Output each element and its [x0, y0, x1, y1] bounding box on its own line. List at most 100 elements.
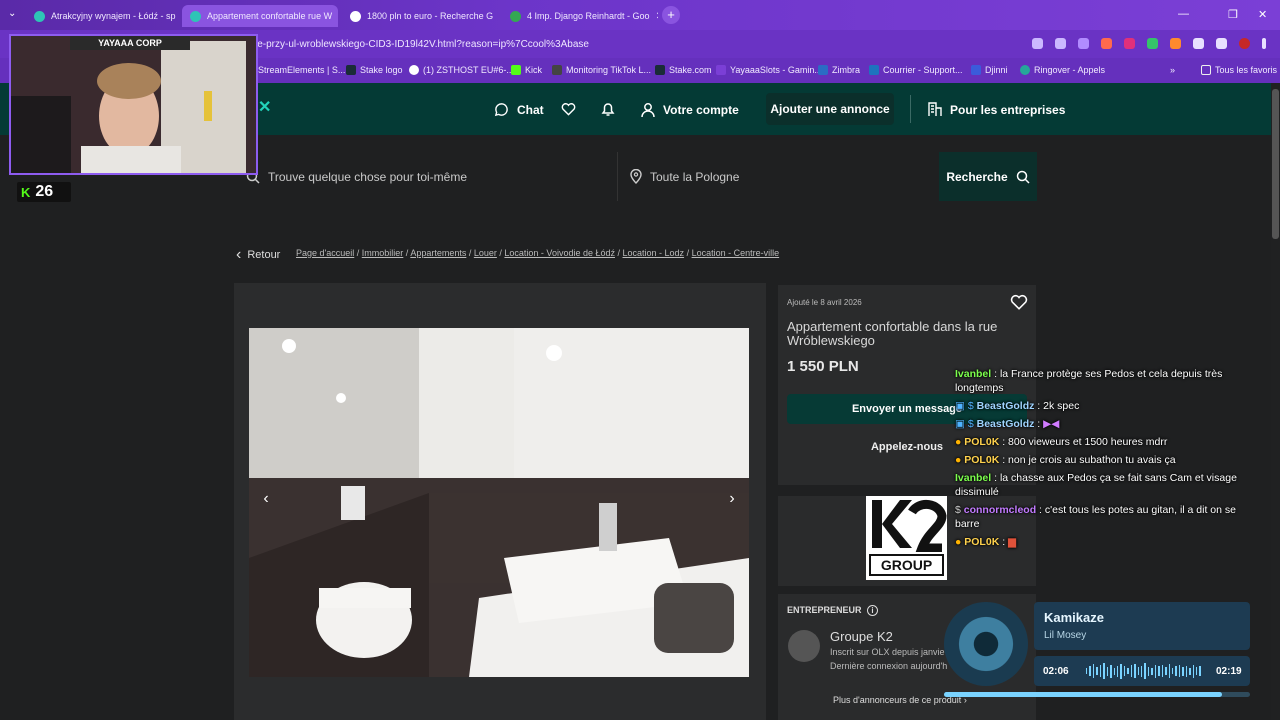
bookmark-item[interactable]: StreamElements | S... [258, 65, 345, 75]
breadcrumb-link[interactable]: Location - Centre-ville [692, 248, 780, 258]
restore-icon[interactable]: ❐ [1228, 8, 1238, 21]
bookmark-item[interactable]: Zimbra [818, 65, 860, 75]
entrepreneur-label-text: ENTREPRENEUR [787, 605, 862, 615]
chat-message: ▣ $ BeastGoldz : 2k spec [955, 400, 1080, 412]
bell-icon[interactable] [601, 101, 615, 117]
waveform-bar [1147, 666, 1150, 676]
breadcrumb-link[interactable]: Location - Lodz [623, 248, 685, 258]
chat-message: ● POL0K : non je crois au subathon tu av… [955, 454, 1176, 466]
back-link[interactable]: ‹ Retour [236, 246, 280, 264]
outlook-favicon-icon [869, 65, 879, 75]
media-icon[interactable] [1216, 38, 1227, 49]
add-listing-button[interactable]: Ajouter une annonce [766, 93, 894, 125]
listing-price: 1 550 PLN [787, 358, 859, 375]
location-input[interactable]: Toute la Pologne [617, 152, 939, 201]
heart-icon[interactable] [561, 102, 576, 116]
listing-title: Appartement confortable dans la rue Wrób… [787, 319, 998, 348]
tab-list-chevron-icon[interactable]: ⌄ [8, 8, 16, 19]
waveform-bar [1161, 665, 1164, 677]
minimize-icon[interactable]: — [1178, 8, 1189, 20]
bookmark-item[interactable]: Courrier - Support... [869, 65, 963, 75]
chat-link[interactable]: Chat [494, 102, 544, 117]
waveform-bar [1086, 668, 1088, 674]
new-tab-button[interactable]: + [662, 6, 680, 24]
extension-icon[interactable] [1101, 38, 1112, 49]
tab-4[interactable]: 4 Imp. Django Reinhardt - Goo ✕ [502, 5, 658, 27]
bookmark-item[interactable]: (1) ZSTHOST EU#6-... [409, 65, 514, 75]
bookmark-item[interactable]: Ringover - Appels [1020, 65, 1105, 75]
bookmarks-overflow-button[interactable]: » [1170, 65, 1175, 75]
bookmark-item[interactable]: Stake logo [346, 65, 403, 75]
next-photo-chevron-right-icon[interactable]: › [721, 488, 743, 510]
profile-icon[interactable] [1239, 38, 1250, 49]
zimbra-favicon-icon [818, 65, 828, 75]
chat-message: $ connormcleod : c'est tous les potes au… [955, 504, 1236, 530]
bookmark-item[interactable]: Stake.com [655, 65, 712, 75]
star-icon[interactable] [1055, 38, 1066, 49]
translate-icon[interactable] [1032, 38, 1043, 49]
breadcrumb-link[interactable]: Page d'accueil [296, 248, 354, 258]
waveform-bar [1113, 667, 1115, 675]
account-link[interactable]: Votre compte [641, 102, 739, 118]
close-tab-icon[interactable]: ✕ [656, 11, 658, 22]
chat-message: ▣ $ BeastGoldz : ▶◀ [955, 418, 1060, 430]
bookmark-item[interactable]: Djinni [971, 65, 1008, 75]
url-text[interactable]: ie-przy-ul-wroblewskiego-CID3-ID19l42V.h… [255, 39, 589, 50]
search-input[interactable]: Trouve quelque chose pour toi-même [234, 152, 617, 201]
site-favicon-icon [716, 65, 726, 75]
chat-username: Ivanbel [955, 368, 992, 380]
favorite-heart-icon[interactable] [1010, 293, 1028, 311]
site-favicon-icon [552, 65, 562, 75]
bathroom-photo-image [249, 328, 749, 677]
waveform-bar [1123, 666, 1126, 676]
song-progress-fill [944, 692, 1223, 697]
webcam-feed-image [11, 36, 256, 173]
emote-icon: ▆ [1008, 536, 1017, 548]
chevron-left-icon: ‹ [236, 246, 242, 263]
extension-icon[interactable] [1078, 38, 1089, 49]
tab-2-active[interactable]: Appartement confortable rue W ✕ [182, 5, 338, 27]
chat-text: 800 vieweurs et 1500 heures mdrr [1008, 436, 1168, 448]
breadcrumb-link[interactable]: Appartements [410, 248, 466, 258]
waveform-bar [1182, 666, 1184, 676]
breadcrumb-link[interactable]: Louer [474, 248, 497, 258]
stream-title-label: YAYAAA CORP [70, 36, 190, 50]
agency-name[interactable]: Groupe K2 [830, 629, 893, 644]
elapsed-time: 02:06 [1043, 666, 1069, 677]
k2-group-logo[interactable]: GROUP [866, 496, 947, 580]
olx-favicon-icon [190, 10, 201, 22]
page-scrollbar[interactable] [1271, 83, 1280, 720]
bookmark-item[interactable]: Kick [511, 65, 542, 75]
search-button[interactable]: Recherche [939, 152, 1037, 201]
scrollbar-thumb[interactable] [1272, 89, 1279, 239]
previous-photo-chevron-left-icon[interactable]: ‹ [255, 488, 277, 510]
tab-title: 4 Imp. Django Reinhardt - Goo [527, 11, 650, 21]
chevron-right-icon: » [1170, 65, 1176, 75]
breadcrumb-link[interactable]: Location - Voivodie de Łódź [504, 248, 615, 258]
chat-text: la chasse aux Pedos ça se fait sans Cam … [955, 472, 1237, 498]
bookmark-item[interactable]: Monitoring TikTok L... [552, 65, 651, 75]
extension-icon[interactable] [1170, 38, 1181, 49]
tab-title: Atrakcyjny wynajem - Łódź - sp [51, 11, 176, 21]
tab-3[interactable]: 1800 pln to euro - Recherche G ✕ [342, 5, 498, 27]
extension-icon[interactable] [1147, 38, 1158, 49]
bookmark-label: Kick [525, 65, 543, 75]
olx-logo-icon[interactable]: ✕ [258, 100, 272, 116]
chat-message: ● POL0K : 800 vieweurs et 1500 heures md… [955, 436, 1168, 448]
breadcrumb: Page d'accueil / Immobilier / Appartemen… [296, 248, 780, 258]
breadcrumb-link[interactable]: Immobilier [362, 248, 404, 258]
waveform-bar [1165, 667, 1167, 675]
business-link[interactable]: Pour les entreprises [928, 102, 1065, 117]
bookmark-label: Monitoring TikTok L... [566, 65, 652, 75]
info-icon[interactable]: i [867, 605, 879, 616]
tab-1[interactable]: Atrakcyjny wynajem - Łódź - sp ✕ [26, 5, 178, 27]
puzzle-icon[interactable] [1193, 38, 1204, 49]
waveform-bar [1099, 665, 1102, 677]
listing-photo[interactable]: ‹ › [249, 328, 749, 677]
menu-dots-icon[interactable] [1262, 38, 1266, 49]
chat-message: Ivanbel : la chasse aux Pedos ça se fait… [955, 472, 1237, 498]
extension-icon[interactable] [1124, 38, 1135, 49]
close-window-icon[interactable]: ✕ [1258, 8, 1267, 21]
all-bookmarks-button[interactable]: Tous les favoris [1201, 65, 1277, 75]
bookmark-item[interactable]: YayaaaSlots - Gamin... [716, 65, 822, 75]
